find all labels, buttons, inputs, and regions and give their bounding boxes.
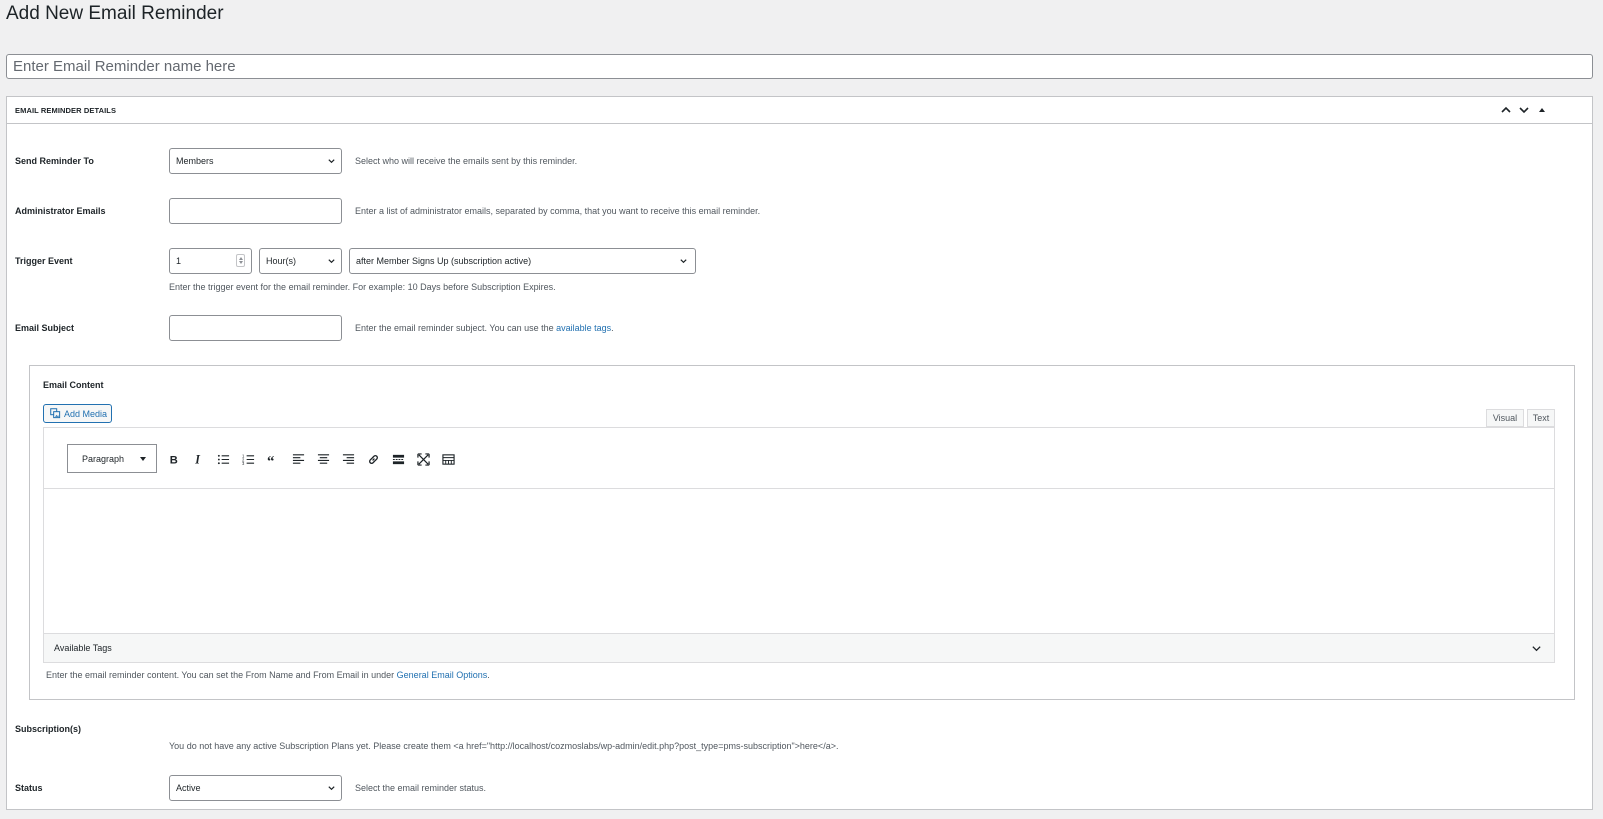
chevron-down-icon xyxy=(328,159,335,164)
align-left-icon[interactable] xyxy=(288,449,308,469)
svg-text:“: “ xyxy=(267,454,274,466)
email-subject-label: Email Subject xyxy=(15,323,75,333)
available-tags-toggle[interactable]: Available Tags xyxy=(44,633,1554,662)
chevron-down-icon xyxy=(680,259,687,264)
trigger-number-value: 1 xyxy=(176,256,182,266)
email-subject-input[interactable] xyxy=(169,315,342,341)
bold-icon[interactable]: B xyxy=(163,449,183,469)
triangle-up-icon[interactable] xyxy=(1533,101,1551,119)
general-email-options-link[interactable]: General Email Options xyxy=(397,670,488,680)
email-content-label: Email Content xyxy=(43,380,104,390)
svg-text:I: I xyxy=(194,453,201,466)
caret-down-icon xyxy=(140,457,146,461)
svg-text:B: B xyxy=(169,454,177,465)
chevron-down-icon xyxy=(328,786,335,791)
admin-emails-description: Enter a list of administrator emails, se… xyxy=(355,206,761,216)
trigger-event-value: after Member Signs Up (subscription acti… xyxy=(356,256,532,266)
tab-visual[interactable]: Visual xyxy=(1486,409,1524,427)
send-to-select[interactable]: Members xyxy=(169,148,342,174)
editor: Paragraph B I 123 “ Available Tags xyxy=(43,427,1555,663)
chevron-down-icon xyxy=(1532,646,1541,652)
admin-emails-label: Administrator Emails xyxy=(15,206,106,216)
trigger-event-description: Enter the trigger event for the email re… xyxy=(169,282,556,292)
editor-toolbar: Paragraph B I 123 “ xyxy=(44,428,1554,489)
email-subject-description: Enter the email reminder subject. You ca… xyxy=(355,323,614,333)
send-to-label: Send Reminder To xyxy=(15,156,94,166)
fullscreen-icon[interactable] xyxy=(413,449,433,469)
align-center-icon[interactable] xyxy=(313,449,333,469)
reminder-name-input[interactable] xyxy=(6,54,1593,79)
chevron-down-icon xyxy=(328,259,335,264)
format-value: Paragraph xyxy=(82,453,125,464)
add-media-button[interactable]: Add Media xyxy=(43,404,112,423)
send-to-description: Select who will receive the emails sent … xyxy=(355,156,578,166)
available-tags-link[interactable]: available tags xyxy=(556,323,611,333)
trigger-event-label: Trigger Event xyxy=(15,256,73,266)
add-media-icon xyxy=(50,408,61,419)
number-spinner[interactable] xyxy=(236,254,245,267)
postbox-title: EMAIL REMINDER DETAILS xyxy=(15,106,117,115)
status-select[interactable]: Active xyxy=(169,775,342,801)
editor-content-area[interactable] xyxy=(44,489,1554,635)
subscriptions-label: Subscription(s) xyxy=(15,724,82,734)
trigger-unit-select[interactable]: Hour(s) xyxy=(259,248,342,274)
page-title: Add New Email Reminder xyxy=(6,3,224,24)
trigger-event-select[interactable]: after Member Signs Up (subscription acti… xyxy=(349,248,696,274)
link-icon[interactable] xyxy=(363,449,383,469)
svg-text:3: 3 xyxy=(242,461,245,466)
add-media-label: Add Media xyxy=(64,408,108,419)
subscriptions-description: You do not have any active Subscription … xyxy=(169,741,839,751)
send-to-value: Members xyxy=(176,156,214,166)
admin-emails-input[interactable] xyxy=(169,198,342,224)
numbered-list-icon[interactable]: 123 xyxy=(238,449,258,469)
format-select[interactable]: Paragraph xyxy=(67,444,157,473)
trigger-number-input[interactable]: 1 xyxy=(169,248,252,274)
trigger-unit-value: Hour(s) xyxy=(266,256,297,266)
status-description: Select the email reminder status. xyxy=(355,783,487,793)
email-content-description: Enter the email reminder content. You ca… xyxy=(46,670,490,680)
chevron-up-icon[interactable] xyxy=(1497,101,1515,119)
italic-icon[interactable]: I xyxy=(188,449,208,469)
toolbar-toggle-icon[interactable] xyxy=(438,449,458,469)
align-right-icon[interactable] xyxy=(338,449,358,469)
tab-text[interactable]: Text xyxy=(1527,409,1555,427)
available-tags-label: Available Tags xyxy=(54,643,112,653)
postbox-header: EMAIL REMINDER DETAILS xyxy=(7,97,1592,124)
blockquote-icon[interactable]: “ xyxy=(263,449,283,469)
read-more-icon[interactable] xyxy=(388,449,408,469)
chevron-down-icon[interactable] xyxy=(1515,101,1533,119)
bullet-list-icon[interactable] xyxy=(213,449,233,469)
status-label: Status xyxy=(15,783,43,793)
status-value: Active xyxy=(176,783,201,793)
